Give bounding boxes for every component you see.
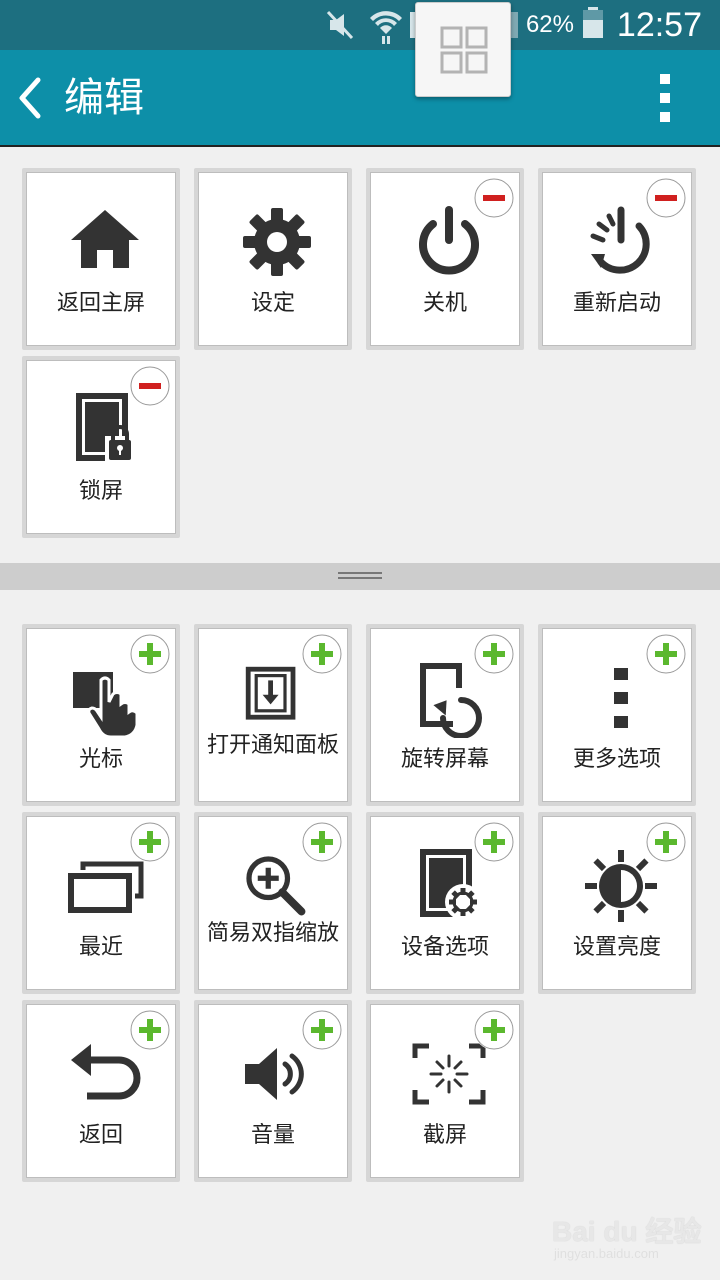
available-tile-recent[interactable]: 最近 bbox=[22, 812, 180, 994]
tile-label: 关机 bbox=[422, 291, 467, 316]
status-bar: 62% 12:57 bbox=[0, 0, 720, 50]
tile-label: 锁屏 bbox=[78, 479, 123, 504]
add-badge-icon[interactable] bbox=[130, 1010, 170, 1050]
tile-label: 截屏 bbox=[422, 1123, 467, 1148]
restart-icon bbox=[590, 206, 650, 274]
overflow-menu-icon[interactable] bbox=[648, 70, 682, 126]
add-badge-icon[interactable] bbox=[302, 822, 342, 862]
volume-icon bbox=[245, 1048, 304, 1100]
add-badge-icon[interactable] bbox=[130, 634, 170, 674]
tile-label: 打开通知面板 bbox=[206, 733, 339, 758]
available-tile-pinch-zoom[interactable]: 简易双指缩放 bbox=[194, 812, 352, 994]
back-arrow-icon bbox=[71, 1044, 141, 1100]
watermark-sub-text: jingyan.baidu.com bbox=[554, 1246, 659, 1261]
active-tile-settings[interactable]: 设定 bbox=[194, 168, 352, 350]
active-tile-restart[interactable]: 重新启动 bbox=[538, 168, 696, 350]
remove-badge-icon[interactable] bbox=[646, 178, 686, 218]
add-badge-icon[interactable] bbox=[130, 822, 170, 862]
active-tile-lock-screen[interactable]: 锁屏 bbox=[22, 356, 180, 538]
add-badge-icon[interactable] bbox=[646, 822, 686, 862]
lock-screen-icon bbox=[76, 393, 135, 462]
brightness-icon bbox=[585, 850, 657, 922]
available-tile-device-options[interactable]: 设备选项 bbox=[366, 812, 524, 994]
add-badge-icon[interactable] bbox=[302, 1010, 342, 1050]
grid-icon bbox=[440, 26, 488, 74]
back-chevron-icon[interactable] bbox=[10, 72, 54, 124]
available-tile-brightness[interactable]: 设置亮度 bbox=[538, 812, 696, 994]
more-options-icon bbox=[614, 668, 628, 728]
cursor-hand-icon bbox=[73, 672, 139, 738]
gear-icon bbox=[243, 208, 311, 276]
add-badge-icon[interactable] bbox=[474, 822, 514, 862]
tile-label: 返回主屏 bbox=[56, 291, 145, 316]
tile-label: 设备选项 bbox=[400, 935, 489, 960]
zoom-in-icon bbox=[246, 856, 306, 916]
tile-label: 音量 bbox=[250, 1123, 295, 1148]
tile-label: 设置亮度 bbox=[572, 935, 661, 960]
tile-label: 更多选项 bbox=[572, 747, 661, 772]
screenshot-icon bbox=[412, 1043, 486, 1105]
tile-label: 返回 bbox=[78, 1123, 123, 1148]
tile-label: 光标 bbox=[78, 747, 123, 772]
clock: 12:57 bbox=[616, 5, 702, 44]
recent-apps-icon bbox=[68, 861, 144, 913]
battery-percentage: 62% bbox=[525, 11, 574, 38]
add-badge-icon[interactable] bbox=[474, 1010, 514, 1050]
active-tile-home[interactable]: 返回主屏 bbox=[22, 168, 180, 350]
wifi-icon bbox=[370, 11, 402, 44]
available-tile-cursor[interactable]: 光标 bbox=[22, 624, 180, 806]
section-divider-handle[interactable] bbox=[0, 563, 720, 590]
available-tile-more-options[interactable]: 更多选项 bbox=[538, 624, 696, 806]
available-tile-back[interactable]: 返回 bbox=[22, 1000, 180, 1182]
add-badge-icon[interactable] bbox=[302, 634, 342, 674]
home-icon bbox=[71, 210, 139, 268]
tile-label: 重新启动 bbox=[572, 291, 661, 316]
battery-icon bbox=[583, 7, 603, 38]
tile-label: 旋转屏幕 bbox=[400, 747, 489, 772]
baidu-watermark: Bai du 经验 jingyan.baidu.com bbox=[552, 1198, 702, 1268]
available-tile-notification-panel[interactable]: 打开通知面板 bbox=[194, 624, 352, 806]
drag-handle-icon bbox=[338, 572, 382, 579]
tile-label: 简易双指缩放 bbox=[206, 921, 339, 946]
watermark-main-text: Bai du 经验 bbox=[552, 1216, 702, 1247]
add-badge-icon[interactable] bbox=[474, 634, 514, 674]
available-tile-volume[interactable]: 音量 bbox=[194, 1000, 352, 1182]
available-tile-screenshot[interactable]: 截屏 bbox=[366, 1000, 524, 1182]
mute-icon bbox=[326, 10, 354, 40]
power-icon bbox=[419, 206, 479, 275]
available-tile-rotate-screen[interactable]: 旋转屏幕 bbox=[366, 624, 524, 806]
rotate-screen-icon bbox=[420, 663, 482, 738]
action-bar: 编辑 bbox=[0, 50, 720, 145]
tile-label: 设定 bbox=[250, 291, 295, 316]
tile-label: 最近 bbox=[78, 935, 123, 960]
notification-panel-icon bbox=[245, 666, 296, 720]
page-title: 编辑 bbox=[64, 75, 144, 121]
floating-menu-button[interactable] bbox=[415, 2, 511, 97]
remove-badge-icon[interactable] bbox=[130, 366, 170, 406]
device-options-icon bbox=[420, 849, 481, 920]
active-tile-power-off[interactable]: 关机 bbox=[366, 168, 524, 350]
remove-badge-icon[interactable] bbox=[474, 178, 514, 218]
action-bar-divider bbox=[0, 145, 720, 147]
add-badge-icon[interactable] bbox=[646, 634, 686, 674]
